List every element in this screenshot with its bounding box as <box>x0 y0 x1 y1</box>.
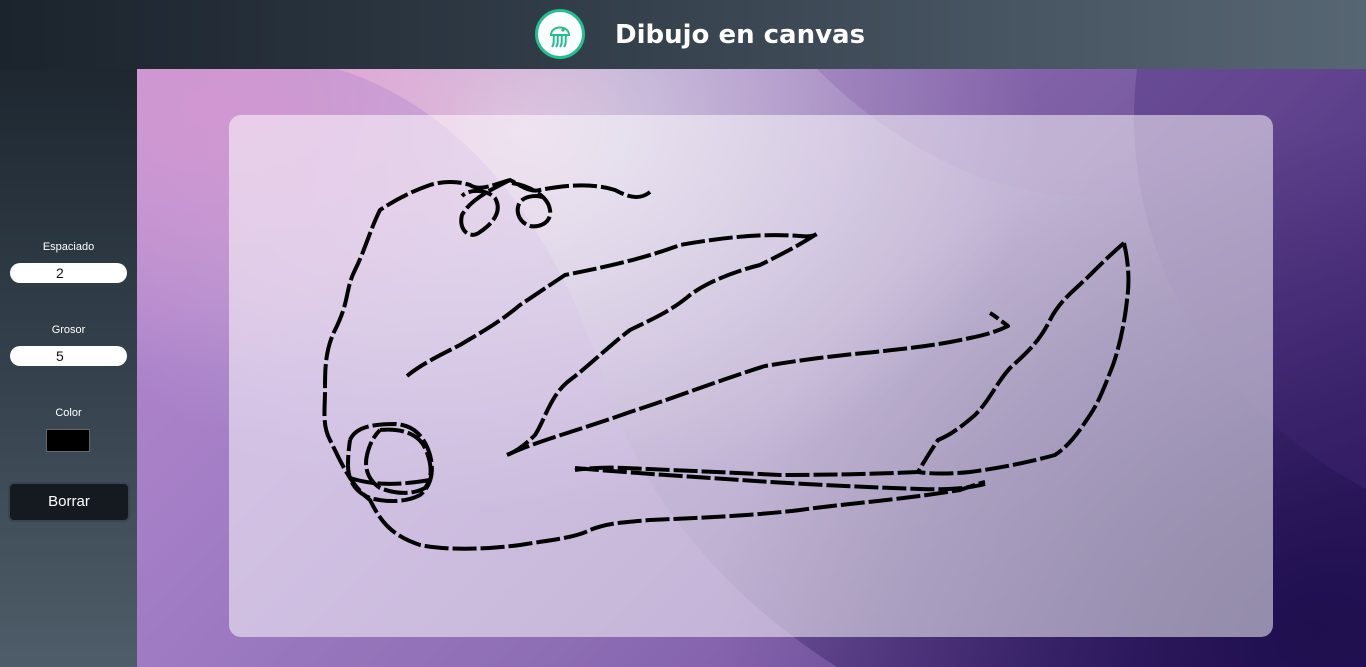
sidebar-controls <box>0 69 137 667</box>
color-picker[interactable] <box>46 429 90 452</box>
thickness-label: Grosor <box>51 324 86 336</box>
jellyfish-icon <box>549 26 571 48</box>
header-bar: Dibujo en canvas <box>0 0 1366 69</box>
drawing-canvas[interactable] <box>229 115 1273 637</box>
page-title: Dibujo en canvas <box>615 20 866 50</box>
clear-button[interactable]: Borrar <box>8 482 130 522</box>
logo <box>535 9 585 59</box>
thickness-input[interactable] <box>10 346 127 366</box>
spacing-label: Espaciado <box>42 241 95 253</box>
spacing-input[interactable] <box>10 263 127 283</box>
color-label: Color <box>55 407 82 419</box>
